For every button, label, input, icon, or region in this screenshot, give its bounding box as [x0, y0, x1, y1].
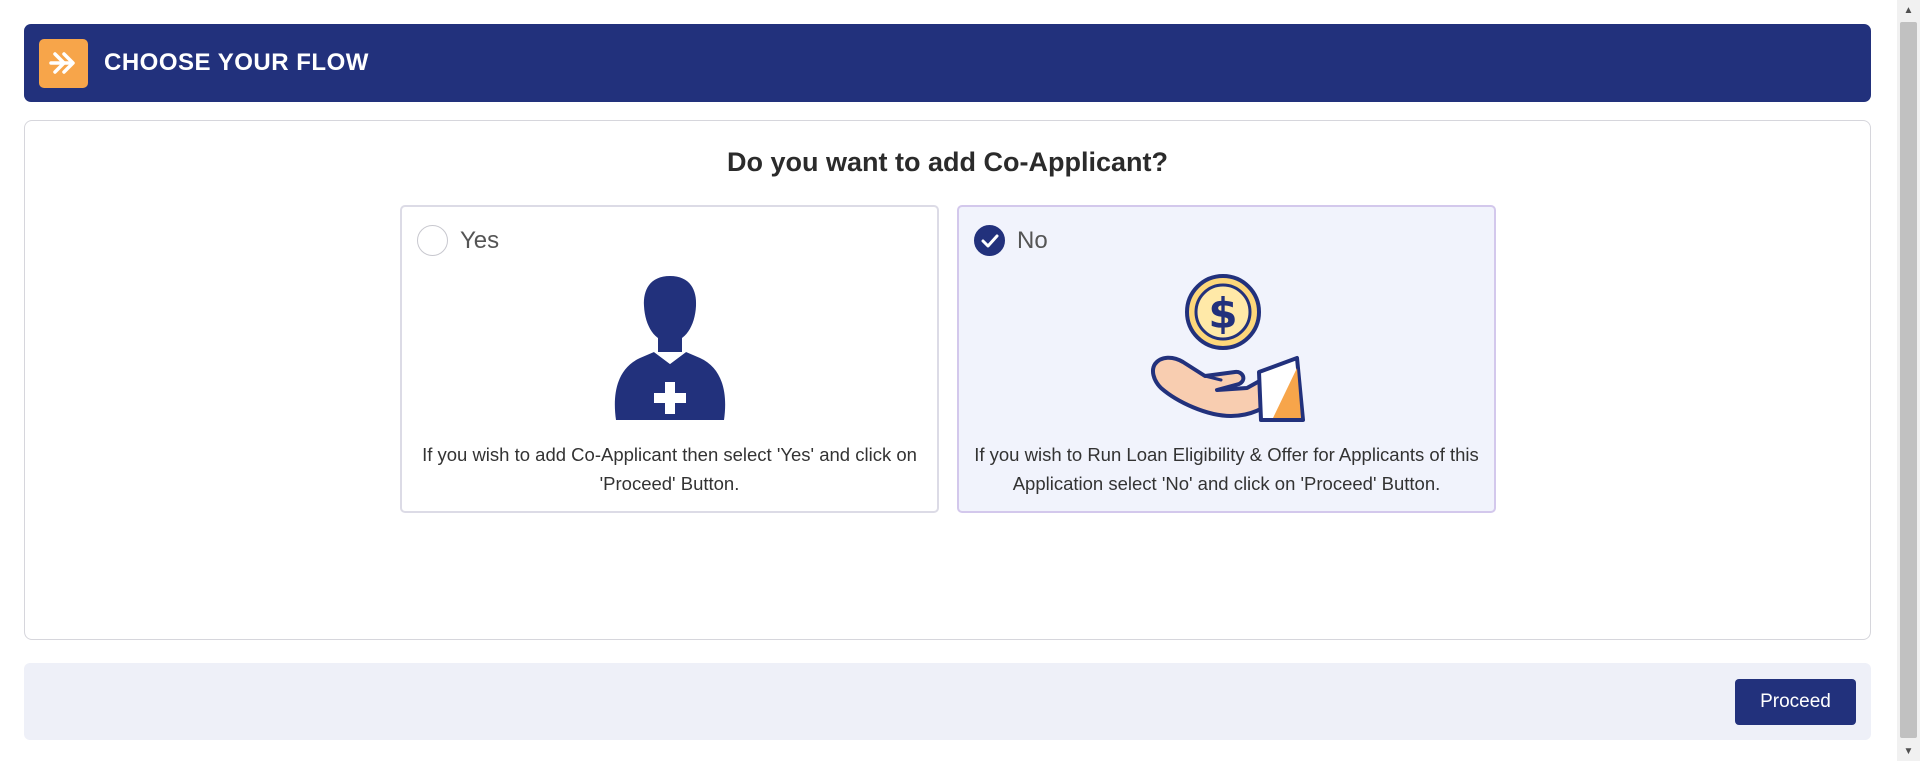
hand-coin-icon: $: [1150, 274, 1305, 422]
header-title: CHOOSE YOUR FLOW: [104, 49, 369, 76]
yes-description: If you wish to add Co-Applicant then sel…: [422, 444, 917, 494]
yes-radio[interactable]: [417, 225, 448, 256]
option-card-yes[interactable]: Yes If you wish to add Co-Applicant then…: [400, 205, 939, 513]
option-card-no[interactable]: No $ If you wish to Run Loan Eligibility…: [957, 205, 1496, 513]
page-header: CHOOSE YOUR FLOW: [24, 24, 1871, 102]
no-label: No: [1017, 227, 1048, 254]
flow-panel: Do you want to add Co-Applicant? Yes If …: [24, 120, 1871, 640]
scroll-thumb[interactable]: [1900, 22, 1917, 738]
no-description: If you wish to Run Loan Eligibility & Of…: [974, 444, 1479, 494]
proceed-button[interactable]: Proceed: [1735, 679, 1856, 725]
yes-label: Yes: [460, 227, 500, 254]
add-user-icon: [614, 276, 725, 420]
scroll-down-arrow-icon[interactable]: ▼: [1897, 741, 1920, 761]
no-radio[interactable]: [974, 225, 1005, 256]
question-heading: Do you want to add Co-Applicant?: [727, 147, 1168, 177]
scroll-up-arrow-icon[interactable]: ▲: [1897, 0, 1920, 20]
action-footer: Proceed: [24, 663, 1871, 740]
vertical-scrollbar[interactable]: ▲ ▼: [1897, 0, 1920, 761]
check-icon: [981, 234, 998, 247]
double-chevron-right-icon: [39, 38, 88, 88]
svg-text:$: $: [1208, 289, 1237, 338]
